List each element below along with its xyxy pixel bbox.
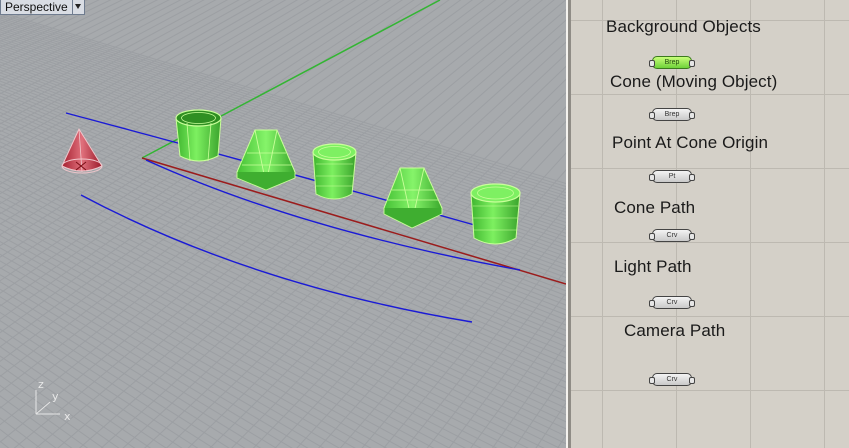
param-background-objects[interactable]: Brep — [649, 56, 695, 69]
background-frustum-2 — [383, 167, 443, 229]
param-light-path[interactable]: Crv — [649, 296, 695, 309]
grasshopper-canvas[interactable]: Background Objects Brep Cone (Moving Obj… — [566, 0, 849, 448]
group-title-cone-path: Cone Path — [614, 198, 696, 217]
group-title-point-at-cone-origin: Point At Cone Origin — [612, 133, 769, 152]
param-cone[interactable]: Brep — [649, 108, 695, 121]
param-point-at-cone-origin[interactable]: Pt — [649, 170, 695, 183]
viewport-title-tab[interactable]: Perspective — [0, 0, 85, 15]
axis-x-label: x — [64, 410, 71, 423]
param-camera-path[interactable]: Crv — [649, 373, 695, 386]
group-title-light-path: Light Path — [614, 257, 692, 276]
group-title-background-objects: Background Objects — [606, 17, 761, 36]
viewport-scene — [0, 0, 566, 448]
background-cylinder-2 — [312, 143, 357, 200]
param-cone-path[interactable]: Crv — [649, 229, 695, 242]
group-title-camera-path: Camera Path — [624, 321, 726, 340]
axis-z-label: z — [38, 378, 44, 391]
axis-y-label: y — [52, 390, 59, 403]
background-cylinder-3 — [470, 183, 521, 245]
chevron-down-icon[interactable] — [72, 0, 85, 15]
viewport-name-label[interactable]: Perspective — [0, 0, 73, 15]
group-title-cone: Cone (Moving Object) — [610, 72, 778, 91]
rhino-perspective-viewport[interactable]: Perspective z y x — [0, 0, 566, 448]
background-cylinder-1 — [175, 109, 222, 162]
canvas-edge — [568, 0, 571, 448]
axis-indicator: z y x — [30, 378, 80, 428]
